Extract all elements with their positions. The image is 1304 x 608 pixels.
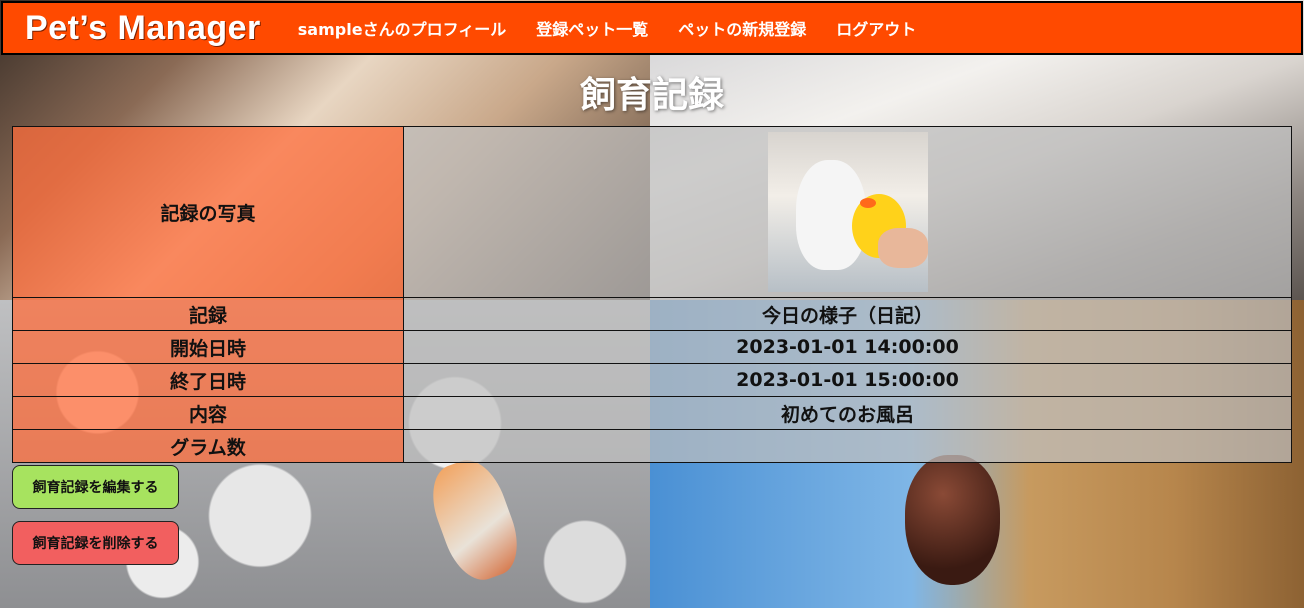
end-datetime-label: 終了日時 bbox=[12, 363, 404, 397]
nav-logout-link[interactable]: ログアウト bbox=[836, 16, 916, 40]
page-title: 飼育記録 bbox=[579, 75, 724, 116]
background-beetle bbox=[905, 455, 1000, 585]
nav-profile-link[interactable]: sampleさんのプロフィール bbox=[298, 16, 506, 40]
content-label: 内容 bbox=[12, 396, 404, 430]
grams-label: グラム数 bbox=[12, 429, 404, 463]
photo-cell bbox=[403, 126, 1292, 298]
table-row: グラム数 bbox=[12, 429, 1292, 463]
table-row: 記録の写真 bbox=[12, 126, 1292, 298]
header-nav-bar: Pet’s Manager sampleさんのプロフィール 登録ペット一覧 ペッ… bbox=[1, 1, 1303, 55]
table-row: 内容 初めてのお風呂 bbox=[12, 396, 1292, 430]
table-row: 終了日時 2023-01-01 15:00:00 bbox=[12, 363, 1292, 397]
brand-logo[interactable]: Pet’s Manager bbox=[25, 9, 261, 48]
content-value: 初めてのお風呂 bbox=[403, 396, 1292, 430]
table-row: 開始日時 2023-01-01 14:00:00 bbox=[12, 330, 1292, 364]
edit-record-button[interactable]: 飼育記録を編集する bbox=[12, 465, 179, 509]
record-detail-table: 記録の写真 記録 今日の様子（日記） 開始日時 2023-01-01 14:00… bbox=[12, 126, 1292, 463]
start-datetime-value: 2023-01-01 14:00:00 bbox=[403, 330, 1292, 364]
grams-value bbox=[403, 429, 1292, 463]
start-datetime-label: 開始日時 bbox=[12, 330, 404, 364]
delete-record-button[interactable]: 飼育記録を削除する bbox=[12, 521, 179, 565]
record-label: 記録 bbox=[12, 297, 404, 331]
nav-pet-list-link[interactable]: 登録ペット一覧 bbox=[536, 16, 648, 40]
nav-new-pet-link[interactable]: ペットの新規登録 bbox=[678, 16, 806, 40]
table-row: 記録 今日の様子（日記） bbox=[12, 297, 1292, 331]
record-photo bbox=[767, 132, 928, 292]
record-value: 今日の様子（日記） bbox=[403, 297, 1292, 331]
end-datetime-value: 2023-01-01 15:00:00 bbox=[403, 363, 1292, 397]
photo-label: 記録の写真 bbox=[12, 126, 404, 298]
